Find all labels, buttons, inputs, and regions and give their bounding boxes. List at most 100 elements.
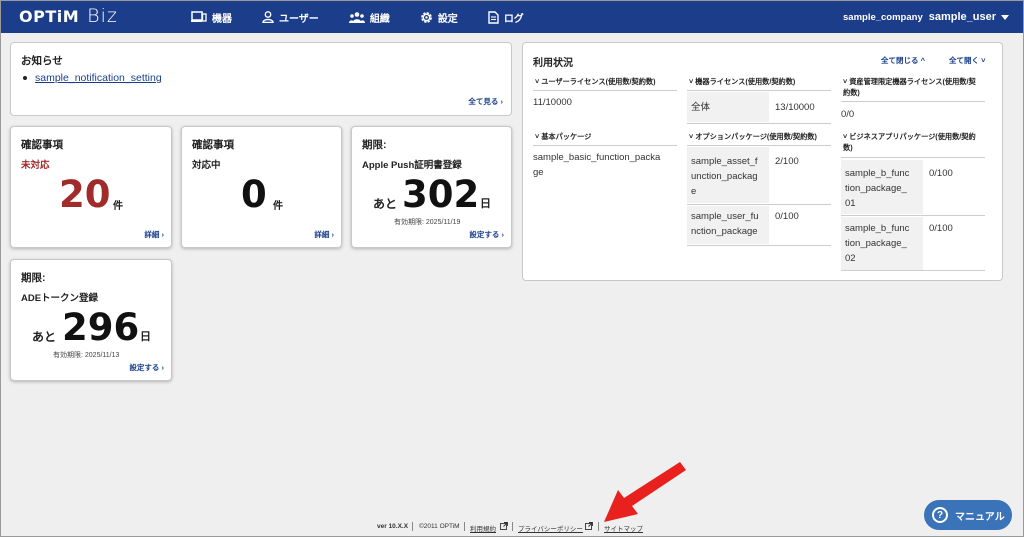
notice-panel: お知らせ sample_notification_setting 全て見る › (10, 42, 512, 116)
business-package-row-1-value: 0/100 (929, 168, 953, 179)
asset-license-header[interactable]: ˅ 資産管理限定機器ライセンス(使用数/契 約数) (843, 76, 976, 98)
notice-list: sample_notification_setting (23, 72, 162, 84)
option-row-1-name-2: unction_packag (691, 171, 758, 182)
usage-title: 利用状況 (533, 58, 573, 69)
unhandled-detail-link[interactable]: 詳細 › (144, 229, 164, 240)
basic-package-value: sample_basic_function_package (533, 150, 660, 180)
divider (533, 90, 677, 91)
apple-push-expire-date: 有効期限: 2025/11/19 (394, 219, 461, 226)
basic-package-label: 基本パッケージ (541, 132, 592, 141)
nav-logs[interactable]: ログ (488, 1, 524, 33)
optim-biz-logo[interactable]: OPTiM Biz (19, 5, 118, 27)
ade-token-settings-link[interactable]: 設定する › (129, 362, 164, 373)
option-row-2-name-2: nction_package (691, 226, 758, 237)
option-row-1-name-1: sample_asset_f (691, 156, 758, 167)
apple-push-days: 302 (402, 173, 480, 216)
logo-product-text: Biz (87, 5, 118, 27)
business-package-row-1-name: sample_b_func tion_package_ 01 (845, 166, 909, 211)
nav-settings-label: 設定 (437, 13, 458, 25)
device-license-label: 機器ライセンス(使用数/契約数) (695, 77, 796, 86)
collapse-all-button[interactable]: 全て閉じる ^ (881, 55, 925, 66)
device-license-value: 13/10000 (775, 102, 815, 113)
user-license-label: ユーザーライセンス(使用数/契約数) (541, 77, 656, 86)
asset-license-label-2: 約数) (843, 88, 860, 97)
basic-package-header[interactable]: ˅ 基本パッケージ (535, 131, 591, 142)
divider (841, 270, 985, 271)
nav-settings[interactable]: 設定 (420, 1, 458, 33)
footer-separator (512, 522, 513, 531)
business-row-2-name-2: tion_package_ (845, 238, 907, 249)
in-progress-status: 対応中 (192, 160, 221, 171)
option-row-2-name-1: sample_user_fu (691, 211, 759, 222)
privacy-policy-link[interactable]: プライバシーポリシー (518, 523, 583, 533)
ade-token-title: 期限: (21, 272, 46, 284)
help-icon: ? (932, 507, 948, 523)
expand-all-button[interactable]: 全て開く ˅ (949, 55, 985, 66)
basic-package-value-1: sample_basic_function_packa (533, 152, 661, 163)
business-row-2-name-3: 02 (845, 253, 856, 264)
manual-button[interactable]: ? マニュアル (924, 500, 1012, 530)
in-progress-title: 確認事項 (192, 139, 234, 151)
divider (841, 157, 985, 158)
in-progress-card: 確認事項 対応中 0 件 詳細 › (181, 126, 342, 248)
annotation-arrow-icon (604, 462, 686, 522)
option-package-row-1-name: sample_asset_f unction_packag e (691, 154, 758, 199)
version-text: ver 10.X.X (377, 523, 409, 530)
apple-push-settings-link[interactable]: 設定する › (469, 229, 504, 240)
see-all-link[interactable]: 全て見る › (468, 96, 503, 107)
basic-package-value-2: ge (533, 167, 544, 178)
ade-token-unit: 日 (140, 331, 151, 343)
business-row-1-name-1: sample_b_func (845, 168, 910, 179)
unhandled-status: 未対応 (21, 160, 50, 171)
nav-devices[interactable]: 機器 (191, 1, 232, 33)
footer-separator (412, 522, 413, 531)
gear-icon (420, 11, 432, 23)
ade-token-card: 期限: ADEトークン登録 あと 296 日 有効期限: 2025/11/13 … (10, 259, 172, 381)
logo-optim-text: OPTiM (19, 7, 80, 26)
external-link-icon (585, 522, 593, 530)
unhandled-title: 確認事項 (21, 139, 63, 151)
nav-devices-label: 機器 (212, 13, 232, 25)
nav-logs-label: ログ (503, 13, 524, 25)
copyright-text: ©2011 OPTiM (419, 523, 460, 530)
option-package-header[interactable]: ˅ オプションパッケージ(使用数/契約数) (689, 131, 817, 142)
user-license-value: 11/10000 (533, 97, 572, 108)
terms-link[interactable]: 利用規約 (470, 523, 496, 533)
nav-users[interactable]: ユーザー (262, 1, 319, 33)
company-name: sample_company (843, 11, 923, 23)
log-document-icon (488, 10, 499, 24)
ade-token-days: 296 (62, 306, 140, 349)
top-navigation-bar: OPTiM Biz 機器 ユーザー 組織 設定 ログ sample_compan… (1, 1, 1023, 33)
ade-token-subtitle: ADEトークン登録 (21, 293, 99, 304)
device-license-header[interactable]: ˅ 機器ライセンス(使用数/契約数) (689, 76, 795, 87)
in-progress-unit: 件 (273, 201, 283, 212)
option-package-row-2-value: 0/100 (775, 211, 799, 222)
user-menu[interactable]: sample_company sample_user (843, 1, 1009, 33)
divider (841, 101, 985, 102)
user-icon (262, 11, 274, 23)
main-nav: 機器 ユーザー 組織 設定 ログ (191, 1, 554, 33)
external-link-icon (500, 522, 508, 530)
nav-organization-label: 組織 (369, 13, 390, 25)
nav-users-label: ユーザー (279, 13, 319, 25)
unhandled-card: 確認事項 未対応 20 件 詳細 › (10, 126, 172, 248)
divider (687, 90, 831, 91)
ade-token-expire-date: 有効期限: 2025/11/13 (53, 352, 120, 359)
nav-organization[interactable]: 組織 (348, 1, 390, 33)
organization-icon (348, 11, 365, 23)
bullet-icon (23, 76, 27, 81)
user-name: sample_user (928, 11, 996, 23)
manual-button-label: マニュアル (955, 511, 1005, 523)
apple-push-card: 期限: Apple Push証明書登録 あと 302 日 有効期限: 2025/… (351, 126, 512, 248)
option-package-label: オプションパッケージ(使用数/契約数) (695, 132, 817, 141)
notice-link[interactable]: sample_notification_setting (35, 72, 162, 84)
apple-push-unit: 日 (480, 198, 491, 210)
business-package-header[interactable]: ˅ ビジネスアプリパッケージ(使用数/契約 数) (843, 131, 976, 153)
option-package-row-1-value: 2/100 (775, 156, 799, 167)
in-progress-detail-link[interactable]: 詳細 › (314, 229, 334, 240)
divider (687, 204, 831, 205)
asset-license-value: 0/0 (841, 109, 855, 120)
business-package-row-2-name: sample_b_func tion_package_ 02 (845, 221, 909, 266)
footer-separator (464, 522, 465, 531)
user-license-header[interactable]: ˅ ユーザーライセンス(使用数/契約数) (535, 76, 656, 87)
